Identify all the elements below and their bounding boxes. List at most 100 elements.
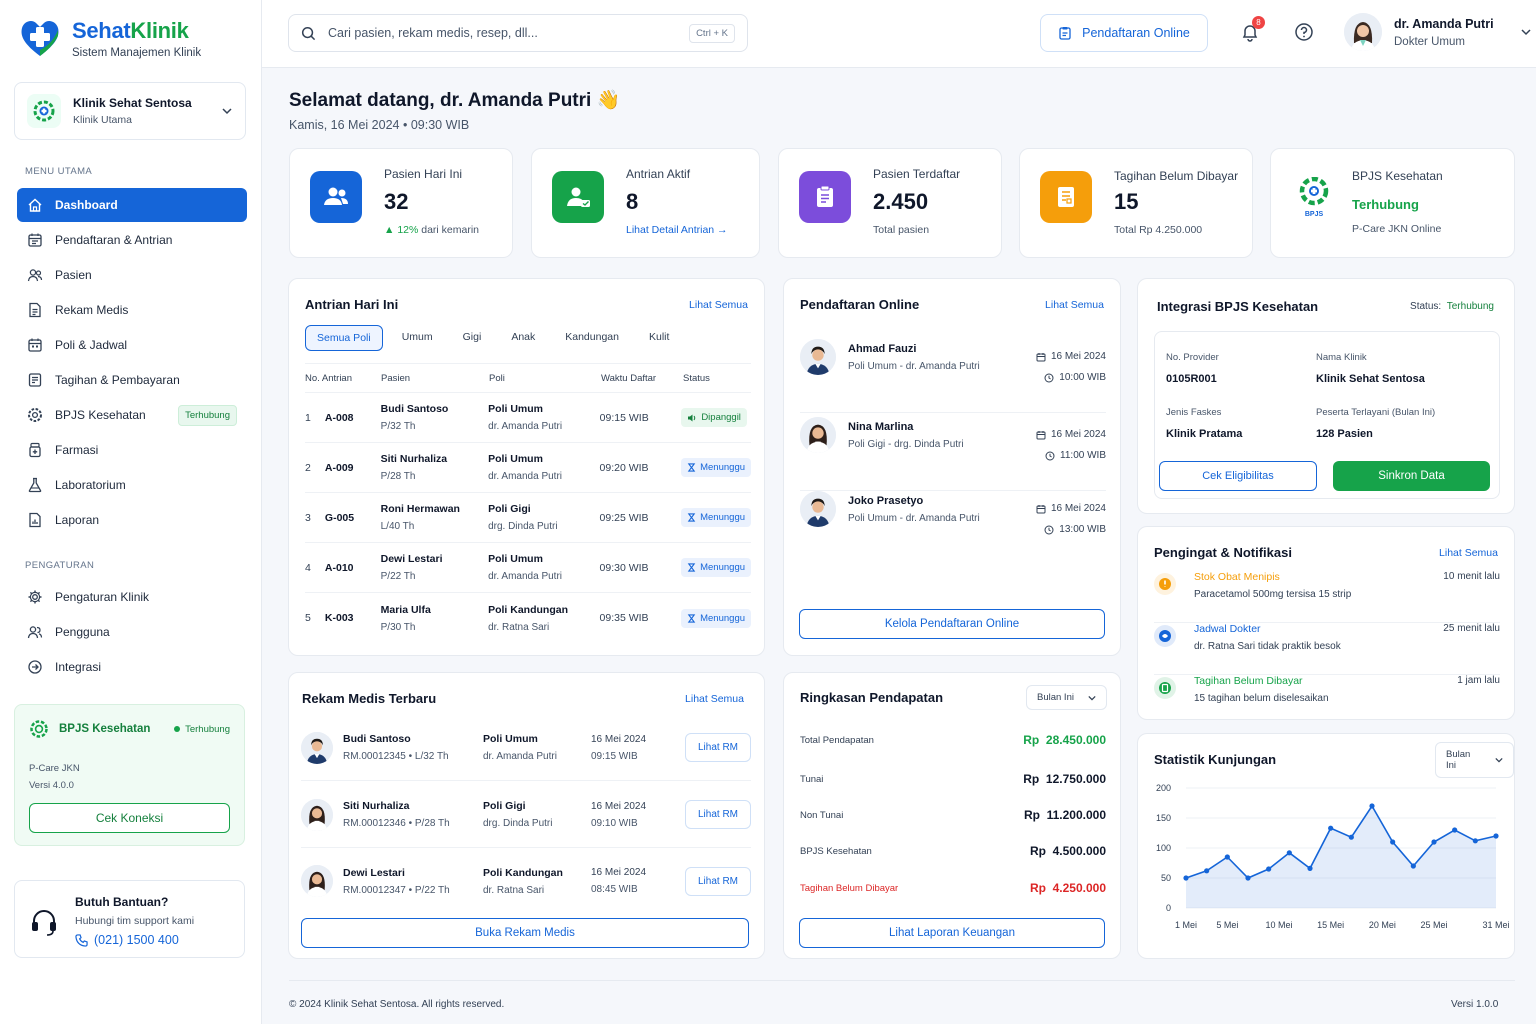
list-item[interactable]: Jadwal Dokter dr. Ratna Sari tidak prakti… <box>1154 623 1500 675</box>
table-row[interactable]: 2 A-009 Siti Nurhaliza P/28 Th Poli Umum d… <box>305 443 752 493</box>
sidebar-item-bpjs-kesehatan[interactable]: BPJS Kesehatan Terhubung <box>17 398 247 432</box>
chart-point <box>1472 838 1478 844</box>
reminders-see-all-link[interactable]: Lihat Semua <box>1439 547 1498 559</box>
appointment-date: 16 Mei 2024 <box>1050 429 1106 440</box>
clinic-badge-icon <box>27 94 61 128</box>
records-see-all-link[interactable]: Lihat Semua <box>685 693 744 705</box>
x-tick-label: 15 Mei <box>1317 920 1344 930</box>
sidebar-item-pendaftaran-antrian[interactable]: Pendaftaran & Antrian <box>17 223 247 257</box>
hourglass-icon <box>687 613 696 623</box>
topbar: Ctrl + K Pendaftaran Online 8 dr. Amanda… <box>262 0 1536 68</box>
brand[interactable]: SehatKlinik Sistem Manajemen Klinik <box>18 16 201 60</box>
sidebar-item-laboratorium[interactable]: Laboratorium <box>17 468 247 502</box>
bpjs-gear-icon <box>29 719 49 739</box>
queue-detail-link[interactable]: Lihat Detail Antrian → <box>626 224 728 236</box>
bpjs-connection-status: Terhubung <box>1352 197 1419 212</box>
register-time: 09:20 WIB <box>599 461 649 474</box>
warning-icon <box>1154 573 1176 595</box>
list-item[interactable]: Tagihan Belum Dibayar 15 tagihan belum di… <box>1154 675 1500 727</box>
view-record-button[interactable]: Lihat RM <box>685 800 752 829</box>
sidebar-item-tagihan-pembayaran[interactable]: Tagihan & Pembayaran <box>17 363 247 397</box>
tab-poli[interactable]: Kandungan <box>554 325 630 351</box>
pharmacy-icon <box>27 442 43 458</box>
table-row[interactable]: 3 G-005 Roni Hermawan L/40 Th Poli Gigi dr… <box>305 493 752 543</box>
sidebar-item-integrasi[interactable]: Integrasi <box>17 650 247 684</box>
open-medical-records-button[interactable]: Buka Rekam Medis <box>301 918 749 948</box>
tab-poli[interactable]: Anak <box>500 325 546 351</box>
tab-poli[interactable]: Umum <box>391 325 444 351</box>
patient-name: Ahmad Fauzi <box>848 343 917 355</box>
appointment-detail: Poli Umum - dr. Amanda Putri <box>848 361 980 372</box>
stat-label: Tagihan Belum Dibayar <box>1114 169 1239 183</box>
x-tick-label: 20 Mei <box>1369 920 1396 930</box>
page-title: Selamat datang, dr. Amanda Putri 👋 <box>289 90 621 111</box>
question-icon <box>1294 22 1314 42</box>
manage-online-registration-button[interactable]: Kelola Pendaftaran Online <box>799 609 1105 639</box>
doctor-name: dr. Amanda Putri <box>488 571 563 582</box>
notifications-button[interactable]: 8 <box>1240 16 1265 42</box>
help-button[interactable] <box>1294 22 1314 42</box>
view-record-button[interactable]: Lihat RM <box>685 866 752 896</box>
bpjs-card-status: Terhubung <box>174 724 230 735</box>
list-item[interactable]: Joko Prasetyo Poli Umum - dr. Amanda Putr… <box>800 491 1106 551</box>
list-item[interactable]: Nina Marlina Poli Gigi - drg. Dinda Putri… <box>800 417 1106 491</box>
status-badge: Menunggu <box>681 608 752 628</box>
view-record-button[interactable]: Lihat RM <box>685 733 752 762</box>
clock-icon <box>1045 451 1055 461</box>
clinic-selector[interactable]: Klinik Sehat Sentosa Klinik Utama <box>14 82 246 140</box>
stat-card-bpjs[interactable]: BPJS BPJS Kesehatan Terhubung P-Care JKN… <box>1270 148 1515 258</box>
search-input[interactable] <box>328 26 678 40</box>
table-row[interactable]: 4 A-010 Dewi Lestari P/22 Th Poli Umum dr.… <box>305 543 752 593</box>
table-row[interactable]: 5 K-003 Maria Ulfa P/30 Th Poli Kandungan… <box>305 593 752 643</box>
tab-poli[interactable]: Gigi <box>452 325 493 351</box>
sidebar-item-poli-jadwal[interactable]: Poli & Jadwal <box>17 328 247 362</box>
online-see-all-link[interactable]: Lihat Semua <box>1045 299 1104 311</box>
stat-card-unpaid-bills[interactable]: Tagihan Belum Dibayar 15 Total Rp 4.250.… <box>1019 148 1253 258</box>
sidebar-item-rekam-medis[interactable]: Rekam Medis <box>17 293 247 327</box>
provider-number: 0105R001 <box>1166 373 1217 385</box>
tab-poli[interactable]: Semua Poli <box>305 325 383 351</box>
table-row[interactable]: Dewi Lestari RM.00012347 • P/22 Th Poli K… <box>301 848 752 914</box>
user-menu[interactable]: dr. Amanda Putri Dokter Umum <box>1344 13 1532 51</box>
phone-icon <box>75 933 88 947</box>
queue-no: 1 <box>305 411 311 424</box>
poli-name: Poli Gigi <box>488 503 531 515</box>
sidebar-item-dashboard[interactable]: Dashboard <box>17 188 247 222</box>
stat-card-active-queue[interactable]: Antrian Aktif 8 Lihat Detail Antrian → <box>531 148 760 258</box>
sidebar-item-pengaturan-klinik[interactable]: Pengaturan Klinik <box>17 580 247 614</box>
reminder-title: Jadwal Dokter <box>1194 623 1261 635</box>
stat-card-patients-today[interactable]: Pasien Hari Ini 32 ▲ 12% dari kemarin <box>289 148 513 258</box>
hourglass-icon <box>687 513 696 522</box>
visits-period-select[interactable]: Bulan Ini <box>1435 742 1514 778</box>
financial-report-button[interactable]: Lihat Laporan Keuangan <box>799 918 1105 948</box>
user-group-icon <box>27 624 43 640</box>
sync-data-button[interactable]: Sinkron Data <box>1333 461 1490 491</box>
revenue-period-select[interactable]: Bulan Ini <box>1026 685 1107 710</box>
list-item[interactable]: Ahmad Fauzi Poli Umum - dr. Amanda Putri … <box>800 339 1106 413</box>
report-icon <box>27 512 43 528</box>
queue-see-all-link[interactable]: Lihat Semua <box>689 299 748 311</box>
flask-icon <box>27 477 43 493</box>
table-row[interactable]: 1 A-008 Budi Santoso P/32 Th Poli Umum dr.… <box>305 393 751 443</box>
sidebar-item-pasien[interactable]: Pasien <box>17 258 247 292</box>
check-connection-button[interactable]: Cek Koneksi <box>29 803 230 833</box>
reminders-card: Pengingat & Notifikasi Lihat Semua Stok … <box>1137 526 1515 720</box>
sidebar-item-pengguna[interactable]: Pengguna <box>17 615 247 649</box>
list-item[interactable]: Stok Obat Menipis Paracetamol 500mg tersi… <box>1154 571 1500 623</box>
stat-sub: P-Care JKN Online <box>1352 223 1442 235</box>
records-title: Rekam Medis Terbaru <box>302 691 437 706</box>
table-row[interactable]: Budi Santoso RM.00012345 • L/32 Th Poli U… <box>301 715 752 781</box>
queue-no: 3 <box>305 511 311 524</box>
online-registration-button[interactable]: Pendaftaran Online <box>1040 14 1208 52</box>
stat-card-registered-patients[interactable]: Pasien Terdaftar 2.450 Total pasien <box>778 148 1002 258</box>
patient-name: Joko Prasetyo <box>848 495 924 507</box>
brand-name: SehatKlinik <box>72 17 189 43</box>
check-eligibility-button[interactable]: Cek Eligibilitas <box>1159 461 1317 491</box>
sidebar-item-label: Laboratorium <box>55 478 126 492</box>
sidebar-item-farmasi[interactable]: Farmasi <box>17 433 247 467</box>
sidebar-item-laporan[interactable]: Laporan <box>17 503 247 537</box>
revenue-label: Total Pendapatan <box>800 734 874 746</box>
support-phone-link[interactable]: (021) 1500 400 <box>75 933 194 947</box>
tab-poli[interactable]: Kulit <box>638 325 680 351</box>
table-row[interactable]: Siti Nurhaliza RM.00012346 • P/28 Th Poli… <box>301 782 752 848</box>
